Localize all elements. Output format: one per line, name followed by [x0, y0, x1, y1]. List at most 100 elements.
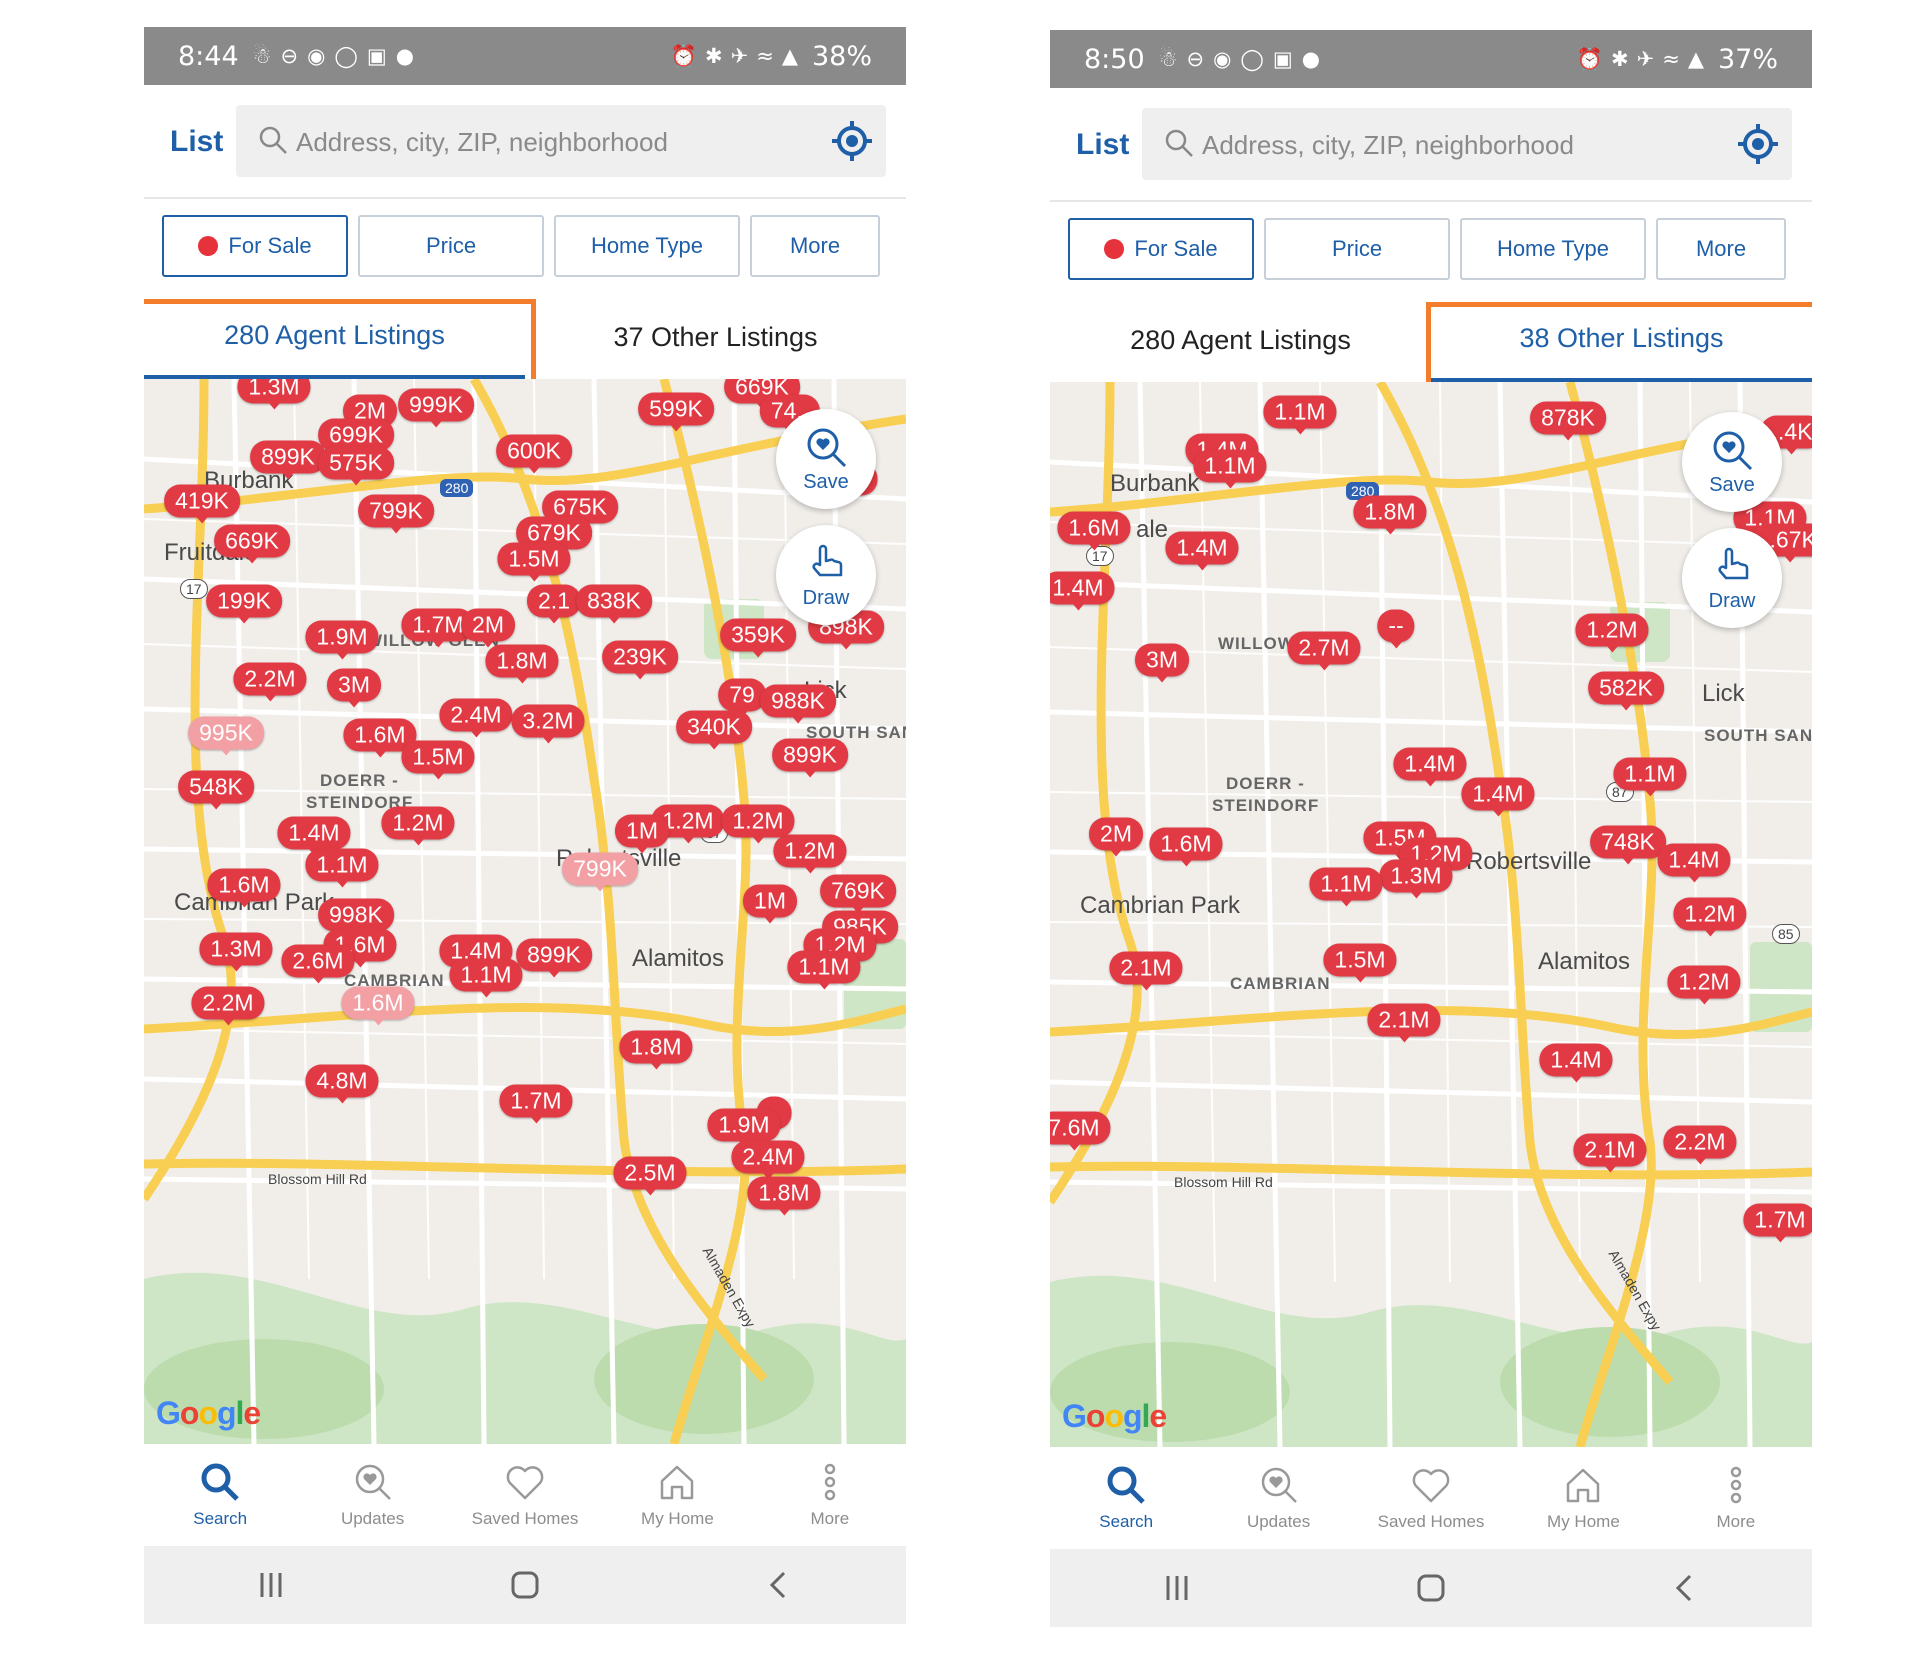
price-marker[interactable]: 899K	[772, 738, 848, 778]
map-view[interactable]: Burbank DOERR - STEINDORF Robertsville A…	[1050, 382, 1812, 1447]
price-marker[interactable]: 2.1M	[1367, 1003, 1441, 1043]
price-marker[interactable]: 1.6M	[207, 868, 281, 908]
for-sale-filter[interactable]: For Sale	[1068, 218, 1254, 280]
price-marker[interactable]: 1.4M	[1050, 571, 1115, 611]
list-view-link[interactable]: List	[170, 125, 223, 159]
price-marker[interactable]: 838K	[576, 584, 652, 624]
price-marker[interactable]: 1.3M	[1379, 859, 1453, 899]
price-marker[interactable]: 79	[718, 678, 766, 718]
for-sale-filter[interactable]: For Sale	[162, 215, 348, 277]
price-marker[interactable]: 1.6M	[1149, 827, 1223, 867]
price-marker[interactable]: 1.7M	[499, 1084, 573, 1124]
price-marker[interactable]: 359K	[720, 618, 796, 658]
home-type-filter[interactable]: Home Type	[1460, 218, 1646, 280]
price-marker[interactable]: 1.2M	[773, 834, 847, 874]
price-marker[interactable]: 899K	[250, 440, 326, 480]
price-marker[interactable]: 1.5M	[1323, 943, 1397, 983]
price-marker[interactable]: 748K	[1590, 825, 1666, 865]
price-marker[interactable]: 3.2M	[511, 704, 585, 744]
price-marker[interactable]: 1.6M	[1057, 511, 1131, 551]
price-marker[interactable]: 2.6M	[281, 944, 355, 984]
price-marker[interactable]: 2.5M	[613, 1156, 687, 1196]
price-marker[interactable]: 1M	[615, 814, 669, 854]
draw-button[interactable]: Draw	[1682, 528, 1782, 628]
search-input[interactable]	[294, 119, 798, 165]
price-marker[interactable]: 1.1M	[1193, 449, 1267, 489]
price-marker[interactable]: 1.4M	[277, 816, 351, 856]
price-marker[interactable]: 2.1	[527, 584, 581, 624]
save-search-button[interactable]: Save	[1682, 412, 1782, 512]
price-marker[interactable]: 2.1M	[1573, 1133, 1647, 1173]
home-type-filter[interactable]: Home Type	[554, 215, 740, 277]
more-filter[interactable]: More	[750, 215, 880, 277]
price-marker[interactable]: --	[1377, 609, 1415, 649]
nav-search[interactable]: Search	[144, 1444, 296, 1546]
price-marker[interactable]: 1.5M	[401, 740, 475, 780]
price-marker[interactable]: 599K	[638, 392, 714, 432]
price-marker[interactable]: 1.2M	[381, 806, 455, 846]
price-marker[interactable]: 2.2M	[233, 662, 307, 702]
nav-search[interactable]: Search	[1050, 1447, 1202, 1549]
search-input[interactable]	[1200, 122, 1704, 168]
price-marker[interactable]: 1.9M	[707, 1108, 781, 1148]
price-marker[interactable]: 1.1M	[787, 950, 861, 990]
price-marker[interactable]: 1.2M	[1575, 613, 1649, 653]
price-marker[interactable]: 1.2M	[721, 804, 795, 844]
locate-me-icon[interactable]	[830, 119, 874, 163]
tab-other-listings[interactable]: 38 Other Listings	[1431, 298, 1812, 382]
price-filter[interactable]: Price	[358, 215, 544, 277]
price-marker[interactable]: 2M	[1089, 817, 1143, 857]
price-marker[interactable]: 998K	[318, 898, 394, 938]
price-marker[interactable]: 239K	[602, 640, 678, 680]
price-marker[interactable]: 799K	[562, 852, 638, 892]
save-search-button[interactable]: Save	[776, 409, 876, 509]
recent-apps-icon[interactable]	[253, 1567, 289, 1603]
price-filter[interactable]: Price	[1264, 218, 1450, 280]
price-marker[interactable]: 995K	[188, 716, 264, 756]
price-marker[interactable]: 2.4M	[731, 1140, 805, 1180]
price-marker[interactable]: 878K	[1530, 401, 1606, 441]
nav-more[interactable]: More	[1660, 1447, 1812, 1549]
price-marker[interactable]: 1.4M	[1461, 777, 1535, 817]
price-marker[interactable]: 1.4M	[1165, 531, 1239, 571]
home-button-icon[interactable]	[507, 1567, 543, 1603]
list-view-link[interactable]: List	[1076, 128, 1129, 162]
price-marker[interactable]: 1.5M	[497, 542, 571, 582]
price-marker[interactable]: 1.4M	[1657, 843, 1731, 883]
nav-my-home[interactable]: My Home	[1507, 1447, 1659, 1549]
price-marker[interactable]: 1.7M	[1743, 1203, 1812, 1243]
search-box[interactable]	[236, 105, 886, 177]
draw-button[interactable]: Draw	[776, 525, 876, 625]
nav-more[interactable]: More	[754, 1444, 906, 1546]
back-icon[interactable]	[761, 1567, 797, 1603]
price-marker[interactable]: 2.7M	[1287, 631, 1361, 671]
price-marker[interactable]: 1.8M	[619, 1030, 693, 1070]
price-marker[interactable]: 1.4M	[1393, 747, 1467, 787]
price-marker[interactable]: 1.9M	[305, 620, 379, 660]
nav-saved-homes[interactable]: Saved Homes	[449, 1444, 601, 1546]
price-marker[interactable]: 2.1M	[1109, 951, 1183, 991]
price-marker[interactable]: 1.1M	[449, 958, 523, 998]
price-marker[interactable]: 1M	[743, 884, 797, 924]
nav-updates[interactable]: Updates	[1202, 1447, 1354, 1549]
price-marker[interactable]: 548K	[178, 770, 254, 810]
price-marker[interactable]: 988K	[760, 684, 836, 724]
tab-agent-listings[interactable]: 280 Agent Listings	[144, 295, 525, 379]
price-marker[interactable]: 340K	[676, 710, 752, 750]
tab-other-listings[interactable]: 37 Other Listings	[525, 295, 906, 379]
price-marker[interactable]: 1.2M	[1667, 965, 1741, 1005]
price-marker[interactable]: 199K	[206, 584, 282, 624]
price-marker[interactable]: 2M	[461, 608, 515, 648]
nav-saved-homes[interactable]: Saved Homes	[1355, 1447, 1507, 1549]
price-marker[interactable]: 2.4M	[439, 698, 513, 738]
price-marker[interactable]: 1.3M	[199, 932, 273, 972]
price-marker[interactable]: 2.2M	[191, 986, 265, 1026]
price-marker[interactable]: 582K	[1588, 671, 1664, 711]
price-marker[interactable]: 1.1M	[1613, 757, 1687, 797]
price-marker[interactable]: 1.3M	[237, 379, 311, 410]
price-marker[interactable]: 2.2M	[1663, 1125, 1737, 1165]
recent-apps-icon[interactable]	[1159, 1570, 1195, 1606]
price-marker[interactable]: 575K	[318, 446, 394, 486]
price-marker[interactable]: 7.6M	[1050, 1111, 1111, 1151]
more-filter[interactable]: More	[1656, 218, 1786, 280]
